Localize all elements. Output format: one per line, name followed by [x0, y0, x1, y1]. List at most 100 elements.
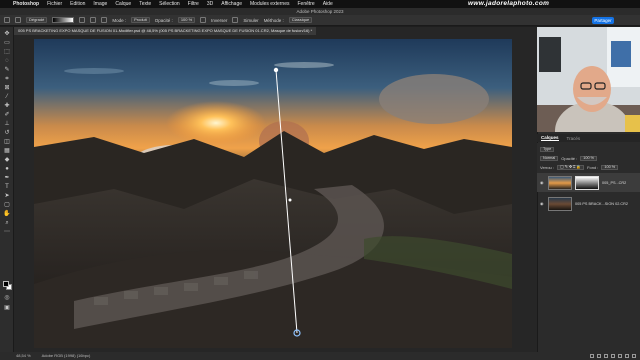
- layer-name[interactable]: 005 PS BRACK...SION 02.CR2: [575, 202, 628, 206]
- menu-bar: Photoshop Fichier Edition Image Calque T…: [0, 0, 640, 8]
- add-mask-icon[interactable]: [604, 354, 608, 358]
- menu-texte[interactable]: Texte: [139, 1, 151, 7]
- visibility-eye-icon[interactable]: ◉: [540, 201, 545, 206]
- panel-tabs: Calques Tracés: [537, 134, 640, 142]
- gradient-swatch[interactable]: [52, 17, 75, 23]
- canvas-area[interactable]: [14, 35, 537, 352]
- history-brush-tool-icon[interactable]: ↺: [3, 130, 11, 137]
- mode-label: Mode :: [112, 17, 127, 23]
- blend-mode-select[interactable]: Normal: [540, 155, 559, 161]
- webcam-overlay: [537, 27, 640, 132]
- radial-gradient-icon[interactable]: [90, 17, 97, 23]
- linear-gradient-icon[interactable]: [79, 17, 86, 23]
- home-icon[interactable]: [4, 17, 10, 23]
- eraser-tool-icon[interactable]: ◫: [3, 139, 11, 146]
- menu-selection[interactable]: Sélection: [159, 1, 180, 7]
- mode-select[interactable]: Produit: [131, 17, 150, 23]
- menu-edition[interactable]: Edition: [70, 1, 85, 7]
- tools-panel: ✥ ▭ ⬚ ◌ ✎ ⌗ ⊠ ⁄ ✚ ✐ ⊥ ↺ ◫ ▦ ◆ ● ✒ T ➤ ▢ …: [0, 27, 14, 352]
- menu-aide[interactable]: Aide: [323, 1, 333, 7]
- zoom-level[interactable]: 48,54 %: [16, 353, 31, 358]
- lock-label: Verrou :: [540, 164, 555, 170]
- gradient-tool-active-icon[interactable]: ▦: [3, 148, 11, 155]
- layer-controls: Type Normal Opacité : 100 % Verrou : ▢ ✎…: [537, 143, 640, 173]
- color-profile[interactable]: Adobe RGB (1998) (16bpc): [42, 353, 91, 358]
- menu-image[interactable]: Image: [93, 1, 107, 7]
- share-button[interactable]: Partager: [592, 17, 614, 24]
- lasso-tool-icon[interactable]: ◌: [3, 58, 11, 65]
- tab-traces[interactable]: Tracés: [567, 136, 581, 141]
- layer-filter-select[interactable]: Type: [540, 146, 555, 152]
- layer-mask-thumbnail[interactable]: [575, 175, 599, 190]
- foreground-color-swatch[interactable]: [3, 281, 9, 287]
- opacity-field[interactable]: 100 %: [177, 17, 196, 23]
- quick-mask-icon[interactable]: ◎: [3, 295, 11, 302]
- gradient-tool-icon[interactable]: [15, 17, 21, 23]
- presenter-image: [537, 27, 640, 132]
- layer-row[interactable]: ◉ 005_PS...CR2: [537, 173, 640, 192]
- options-bar: Dégradé Mode : Produit Opacité : 100 % I…: [0, 15, 640, 26]
- menu-calque[interactable]: Calque: [115, 1, 131, 7]
- layer-row[interactable]: ◉ 005 PS BRACK...SION 02.CR2: [537, 194, 640, 213]
- zoom-tool-icon[interactable]: ⌕: [3, 220, 11, 227]
- angle-gradient-icon[interactable]: [101, 17, 108, 23]
- artboard-tool-icon[interactable]: ▭: [3, 40, 11, 47]
- blur-tool-icon[interactable]: ◆: [3, 157, 11, 164]
- apple-icon[interactable]: [3, 1, 9, 7]
- canvas-photo[interactable]: [34, 39, 512, 348]
- move-tool-icon[interactable]: ✥: [3, 31, 11, 38]
- menu-affichage[interactable]: Affichage: [221, 1, 242, 7]
- frame-tool-icon[interactable]: ⊠: [3, 85, 11, 92]
- screen-mode-icon[interactable]: ▣: [3, 305, 11, 312]
- hand-tool-icon[interactable]: ✋: [3, 211, 11, 218]
- opacity-label: Opacité :: [154, 17, 173, 23]
- layer-thumbnail[interactable]: [548, 175, 572, 190]
- window-title: Adobe Photoshop 2023: [0, 8, 640, 15]
- quick-select-tool-icon[interactable]: ✎: [3, 67, 11, 74]
- landscape-image: [34, 39, 512, 348]
- simulate-checkbox[interactable]: [232, 17, 239, 23]
- fx-icon[interactable]: [597, 354, 601, 358]
- brush-tool-icon[interactable]: ✐: [3, 112, 11, 119]
- reverse-checkbox[interactable]: [200, 17, 207, 23]
- layer-name[interactable]: 005_PS...CR2: [602, 181, 626, 185]
- menu-3d[interactable]: 3D: [207, 1, 213, 7]
- new-layer-icon[interactable]: [625, 354, 629, 358]
- path-select-tool-icon[interactable]: ➤: [3, 193, 11, 200]
- gradient-start-handle[interactable]: [273, 67, 279, 73]
- lock-icons[interactable]: ▢ ✎ ✥ ⌗ 🔒: [557, 164, 585, 170]
- layer-opacity-field[interactable]: 100 %: [580, 155, 598, 161]
- reverse-label: Inverser: [211, 17, 228, 23]
- layer-opacity-label: Opacité :: [561, 155, 578, 161]
- layers-panel-footer: [537, 352, 640, 360]
- menu-fenetre[interactable]: Fenêtre: [297, 1, 314, 7]
- trash-icon[interactable]: [632, 354, 636, 358]
- group-icon[interactable]: [618, 354, 622, 358]
- gradient-preset-select[interactable]: Dégradé: [26, 17, 48, 23]
- simulate-label: Simuler: [243, 17, 259, 23]
- marquee-tool-icon[interactable]: ⬚: [3, 49, 11, 56]
- rectangle-tool-icon[interactable]: ▢: [3, 202, 11, 209]
- healing-brush-tool-icon[interactable]: ✚: [3, 103, 11, 110]
- clone-stamp-tool-icon[interactable]: ⊥: [3, 121, 11, 128]
- document-tab[interactable]: 005 PS BRACKETING EXPO MASQUE DE FUSION …: [14, 27, 317, 35]
- type-tool-icon[interactable]: T: [3, 184, 11, 191]
- tab-calques[interactable]: Calques: [541, 135, 559, 141]
- method-label: Méthode :: [263, 17, 284, 23]
- visibility-eye-icon[interactable]: ◉: [540, 180, 545, 185]
- menu-filtre[interactable]: Filtre: [188, 1, 199, 7]
- adjustment-layer-icon[interactable]: [611, 354, 615, 358]
- crop-tool-icon[interactable]: ⌗: [3, 76, 11, 83]
- method-select[interactable]: Classique: [288, 17, 313, 23]
- dodge-tool-icon[interactable]: ●: [3, 166, 11, 173]
- menu-photoshop[interactable]: Photoshop: [13, 1, 39, 7]
- fill-field[interactable]: 100 %: [601, 164, 619, 170]
- gradient-midpoint-handle[interactable]: [288, 198, 292, 202]
- more-tools-icon[interactable]: ⋯: [3, 229, 11, 236]
- layer-thumbnail[interactable]: [548, 196, 572, 211]
- menu-fichier[interactable]: Fichier: [47, 1, 62, 7]
- pen-tool-icon[interactable]: ✒: [3, 175, 11, 182]
- menu-modules-externes[interactable]: Modules externes: [250, 1, 289, 7]
- link-layers-icon[interactable]: [590, 354, 594, 358]
- eyedropper-tool-icon[interactable]: ⁄: [3, 94, 11, 101]
